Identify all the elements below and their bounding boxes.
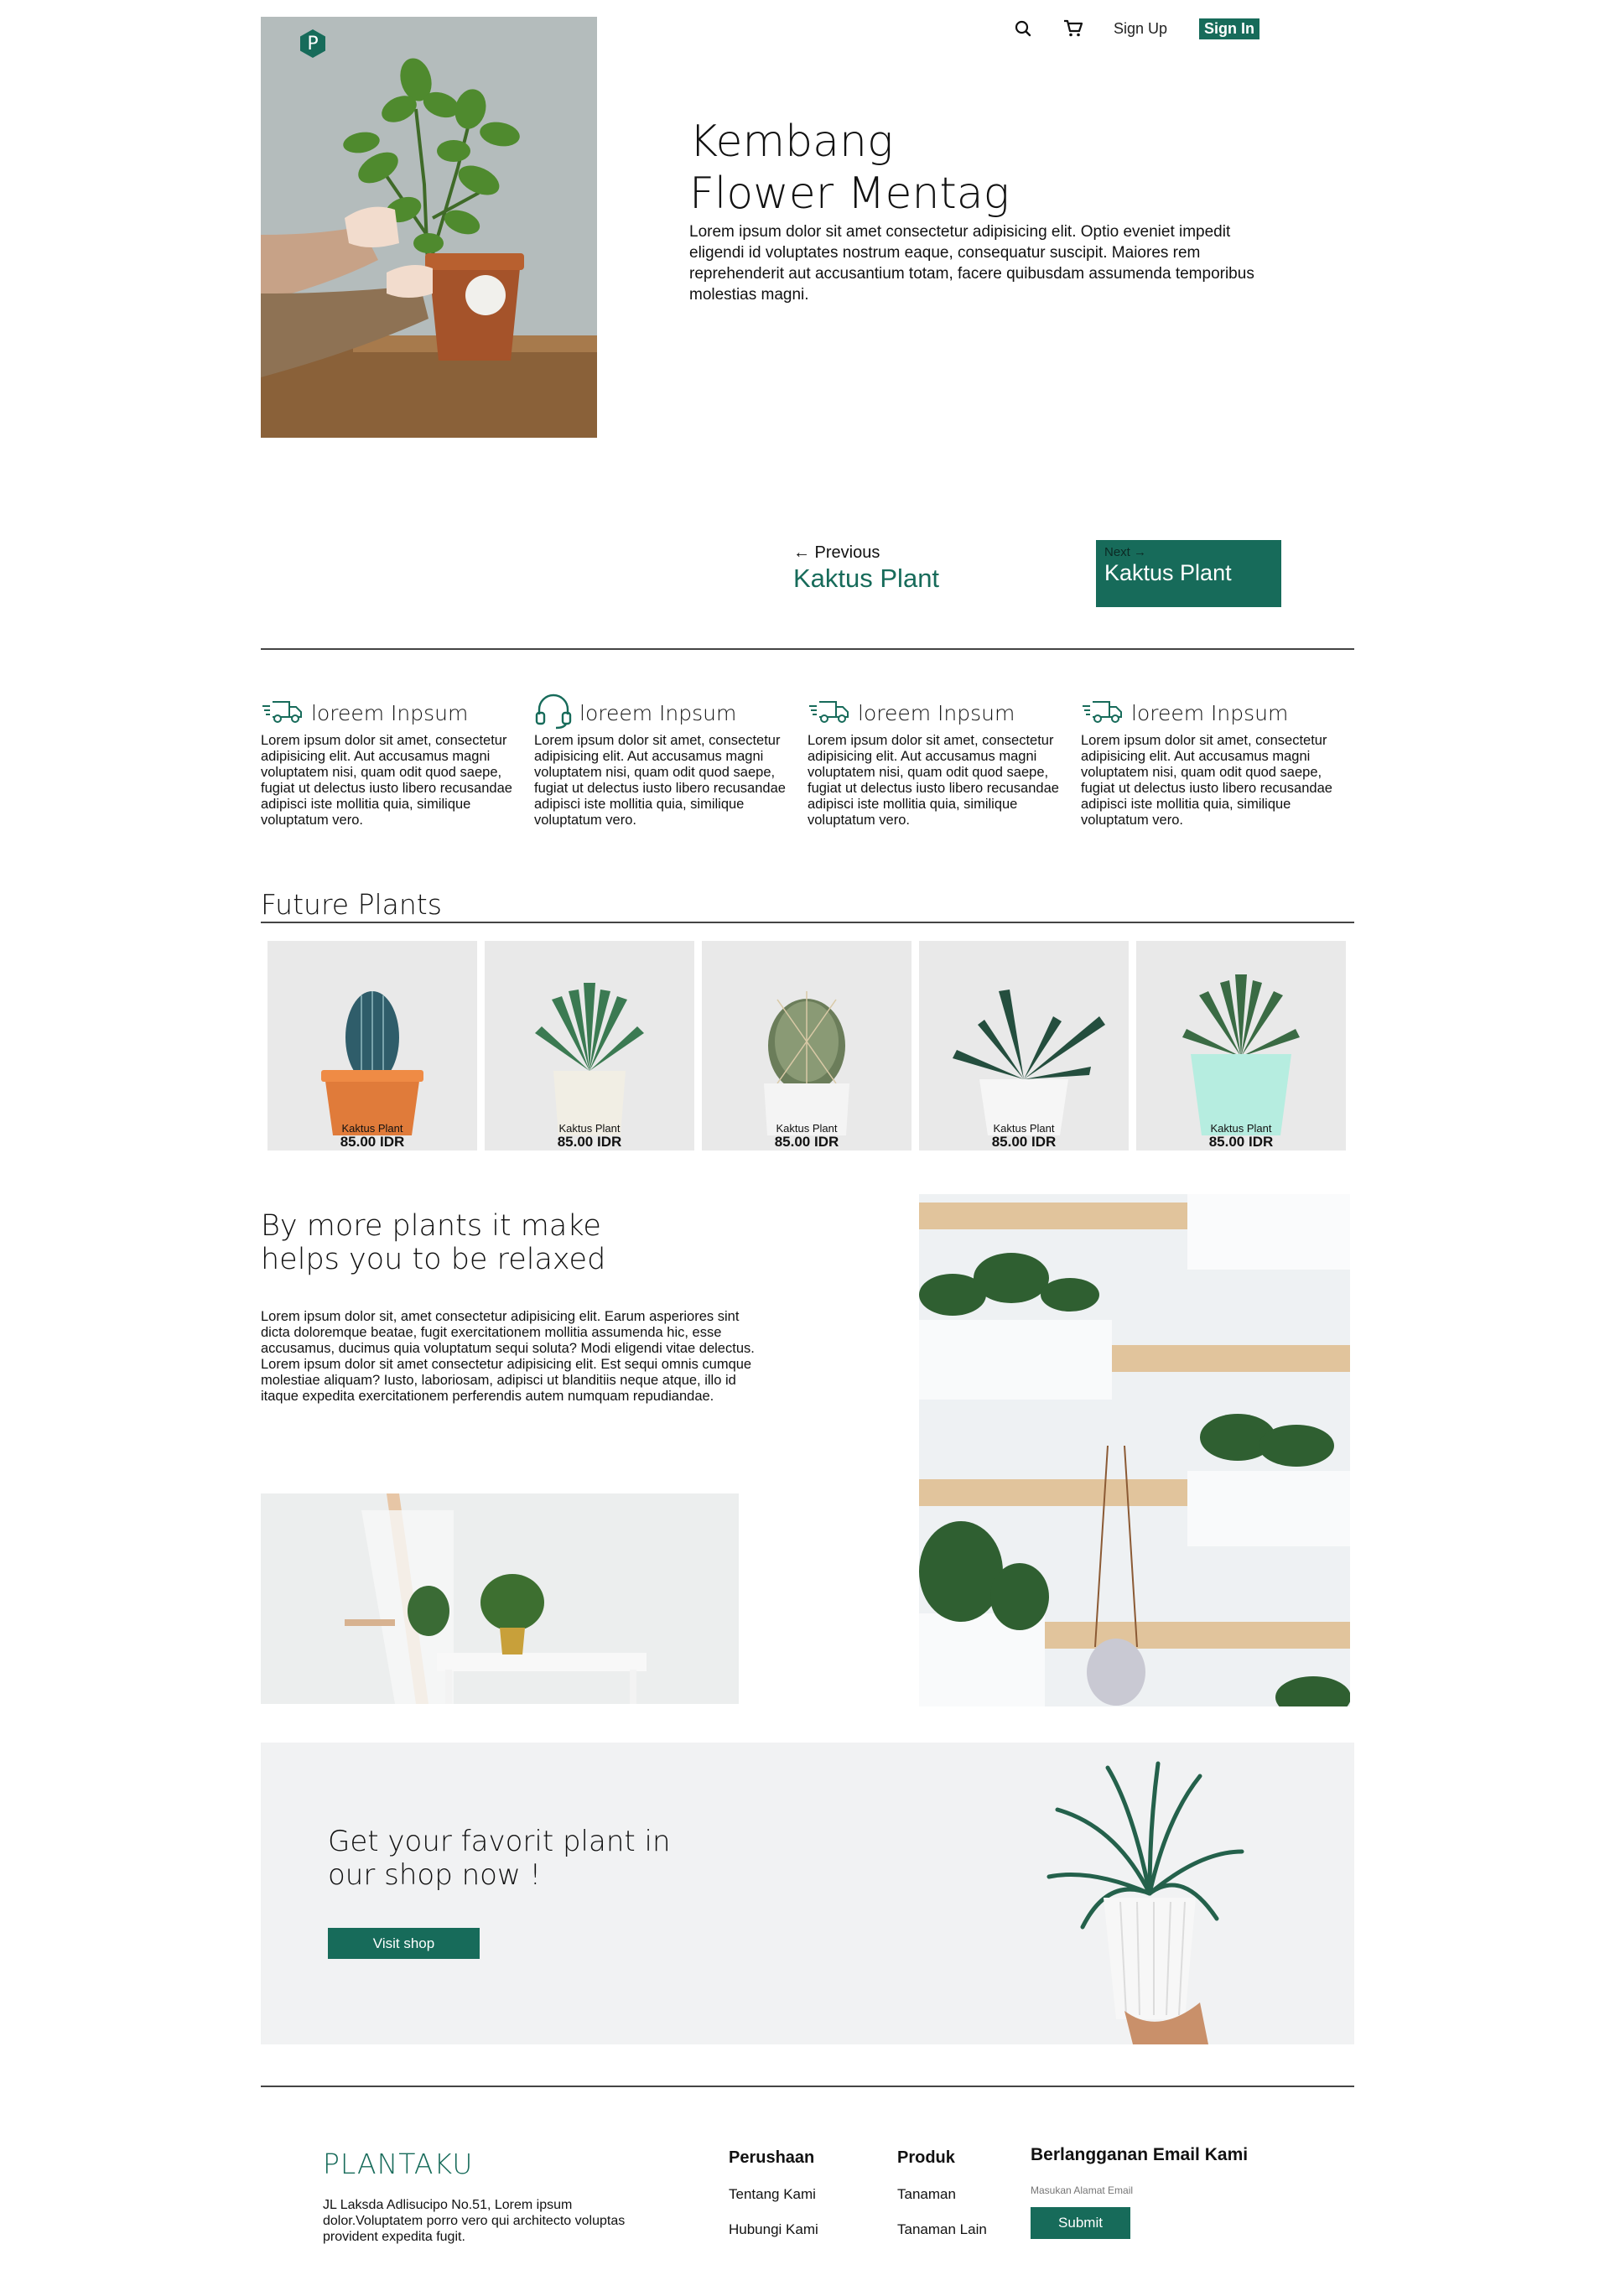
submit-button[interactable]: Submit bbox=[1031, 2207, 1130, 2239]
product-name: Kaktus Plant bbox=[776, 1122, 838, 1135]
signin-button[interactable]: Sign In bbox=[1199, 18, 1260, 39]
next-plant-button[interactable]: Next → Kaktus Plant bbox=[1096, 540, 1281, 607]
product-price: 85.00 IDR bbox=[1208, 1134, 1274, 1150]
aloe-image bbox=[953, 990, 1105, 1135]
feature-title: loreem Inpsum bbox=[858, 700, 1015, 725]
headset-icon bbox=[534, 693, 573, 734]
relax-title: By more plants it make helps you to be r… bbox=[261, 1209, 730, 1276]
signup-link[interactable]: Sign Up bbox=[1114, 20, 1167, 38]
cactus-image bbox=[764, 991, 849, 1135]
relax-text: Lorem ipsum dolor sit, amet consectetur … bbox=[261, 1309, 755, 1404]
feature-title: loreem Inpsum bbox=[311, 700, 469, 725]
footer-link-about[interactable]: Tentang Kami bbox=[729, 2186, 818, 2203]
next-plant-name: Kaktus Plant bbox=[1104, 560, 1232, 585]
cactus-image bbox=[321, 991, 423, 1135]
feature-text: Lorem ipsum dolor sit amet, consectetur … bbox=[808, 733, 1059, 828]
previous-plant-link[interactable]: Kaktus Plant bbox=[793, 564, 939, 594]
product-card[interactable]: Kaktus Plant 85.00 IDR bbox=[919, 941, 1129, 1151]
logo-letter: P bbox=[307, 33, 319, 55]
footer-column-product: Produk Tanaman Tanaman Lain bbox=[897, 2148, 987, 2238]
divider bbox=[261, 922, 1354, 923]
subscribe-heading: Berlangganan Email Kami bbox=[1031, 2145, 1249, 2164]
hero-title-line2: Flower Mentag bbox=[689, 169, 1010, 219]
feature-item: loreem Inpsum Lorem ipsum dolor sit amet… bbox=[808, 694, 1081, 829]
footer-link-contact[interactable]: Hubungi Kami bbox=[729, 2221, 818, 2238]
future-plants-title: Future Plants bbox=[261, 888, 442, 921]
email-input[interactable] bbox=[1031, 2180, 1282, 2200]
product-name: Kaktus Plant bbox=[341, 1122, 403, 1135]
footer-heading: Produk bbox=[897, 2148, 955, 2167]
divider bbox=[261, 648, 1354, 650]
feature-title: loreem Inpsum bbox=[1131, 700, 1289, 725]
product-name: Kaktus Plant bbox=[558, 1122, 621, 1135]
product-name: Kaktus Plant bbox=[993, 1122, 1055, 1135]
product-name: Kaktus Plant bbox=[1210, 1122, 1272, 1135]
relax-title-line2: helps you to be relaxed bbox=[261, 1243, 606, 1276]
hero-title-line1: Kembang bbox=[689, 117, 894, 167]
footer-address: JL Laksda Adlisucipo No.51, Lorem ipsum … bbox=[323, 2198, 626, 2244]
truck-icon bbox=[808, 697, 851, 730]
search-icon[interactable] bbox=[1006, 14, 1040, 43]
footer-link-plants[interactable]: Tanaman bbox=[897, 2186, 987, 2203]
cta-title-line2: our shop now ! bbox=[328, 1858, 542, 1892]
product-price: 85.00 IDR bbox=[774, 1134, 839, 1150]
haworthia-image bbox=[1182, 974, 1300, 1135]
footer-column-company: Perushaan Tentang Kami Hubungi Kami bbox=[729, 2148, 818, 2238]
cart-icon[interactable] bbox=[1057, 14, 1090, 43]
wall-plants-image bbox=[919, 1194, 1350, 1706]
previous-label[interactable]: ← Previous bbox=[793, 543, 880, 563]
top-nav: Sign Up Sign In bbox=[1006, 12, 1275, 45]
room-plant-image bbox=[261, 1493, 739, 1704]
relax-title-line1: By more plants it make bbox=[261, 1209, 601, 1243]
feature-item: loreem Inpsum Lorem ipsum dolor sit amet… bbox=[534, 693, 808, 829]
product-price: 85.00 IDR bbox=[557, 1134, 622, 1150]
product-price: 85.00 IDR bbox=[340, 1134, 405, 1150]
logo-icon[interactable]: P bbox=[298, 29, 328, 59]
feature-text: Lorem ipsum dolor sit amet, consectetur … bbox=[261, 733, 512, 828]
feature-item: loreem Inpsum Lorem ipsum dolor sit amet… bbox=[1081, 694, 1354, 829]
footer-link-other-plants[interactable]: Tanaman Lain bbox=[897, 2221, 987, 2238]
product-card[interactable]: Kaktus Plant 85.00 IDR bbox=[267, 941, 477, 1151]
succulent-image bbox=[535, 983, 644, 1135]
product-card[interactable]: Kaktus Plant 85.00 IDR bbox=[485, 941, 694, 1151]
feature-title: loreem Inpsum bbox=[579, 700, 737, 725]
feature-text: Lorem ipsum dolor sit amet, consectetur … bbox=[1081, 733, 1332, 828]
product-price: 85.00 IDR bbox=[991, 1134, 1057, 1150]
product-card[interactable]: Kaktus Plant 85.00 IDR bbox=[1136, 941, 1346, 1151]
next-label: Next → bbox=[1104, 545, 1147, 559]
feature-text: Lorem ipsum dolor sit amet, consectetur … bbox=[534, 733, 786, 828]
hero-title: Kembang Flower Mentag bbox=[689, 116, 1276, 220]
cta-title-line1: Get your favorit plant in bbox=[328, 1825, 671, 1858]
hero-description: Lorem ipsum dolor sit amet consectetur a… bbox=[689, 223, 1254, 304]
visit-shop-button[interactable]: Visit shop bbox=[328, 1928, 480, 1959]
footer-heading: Perushaan bbox=[729, 2148, 815, 2167]
footer-brand: PLANTAKU bbox=[323, 2148, 474, 2180]
product-card[interactable]: Kaktus Plant 85.00 IDR bbox=[702, 941, 911, 1151]
hero-image: P bbox=[261, 17, 597, 438]
cta-banner: Get your favorit plant in our shop now !… bbox=[261, 1743, 1354, 2044]
truck-icon bbox=[1081, 697, 1124, 730]
cta-title: Get your favorit plant in our shop now ! bbox=[328, 1825, 764, 1892]
truck-icon bbox=[261, 697, 304, 730]
potted-plant-image bbox=[1046, 1761, 1244, 2044]
divider bbox=[261, 2086, 1354, 2087]
feature-item: loreem Inpsum Lorem ipsum dolor sit amet… bbox=[261, 694, 534, 829]
